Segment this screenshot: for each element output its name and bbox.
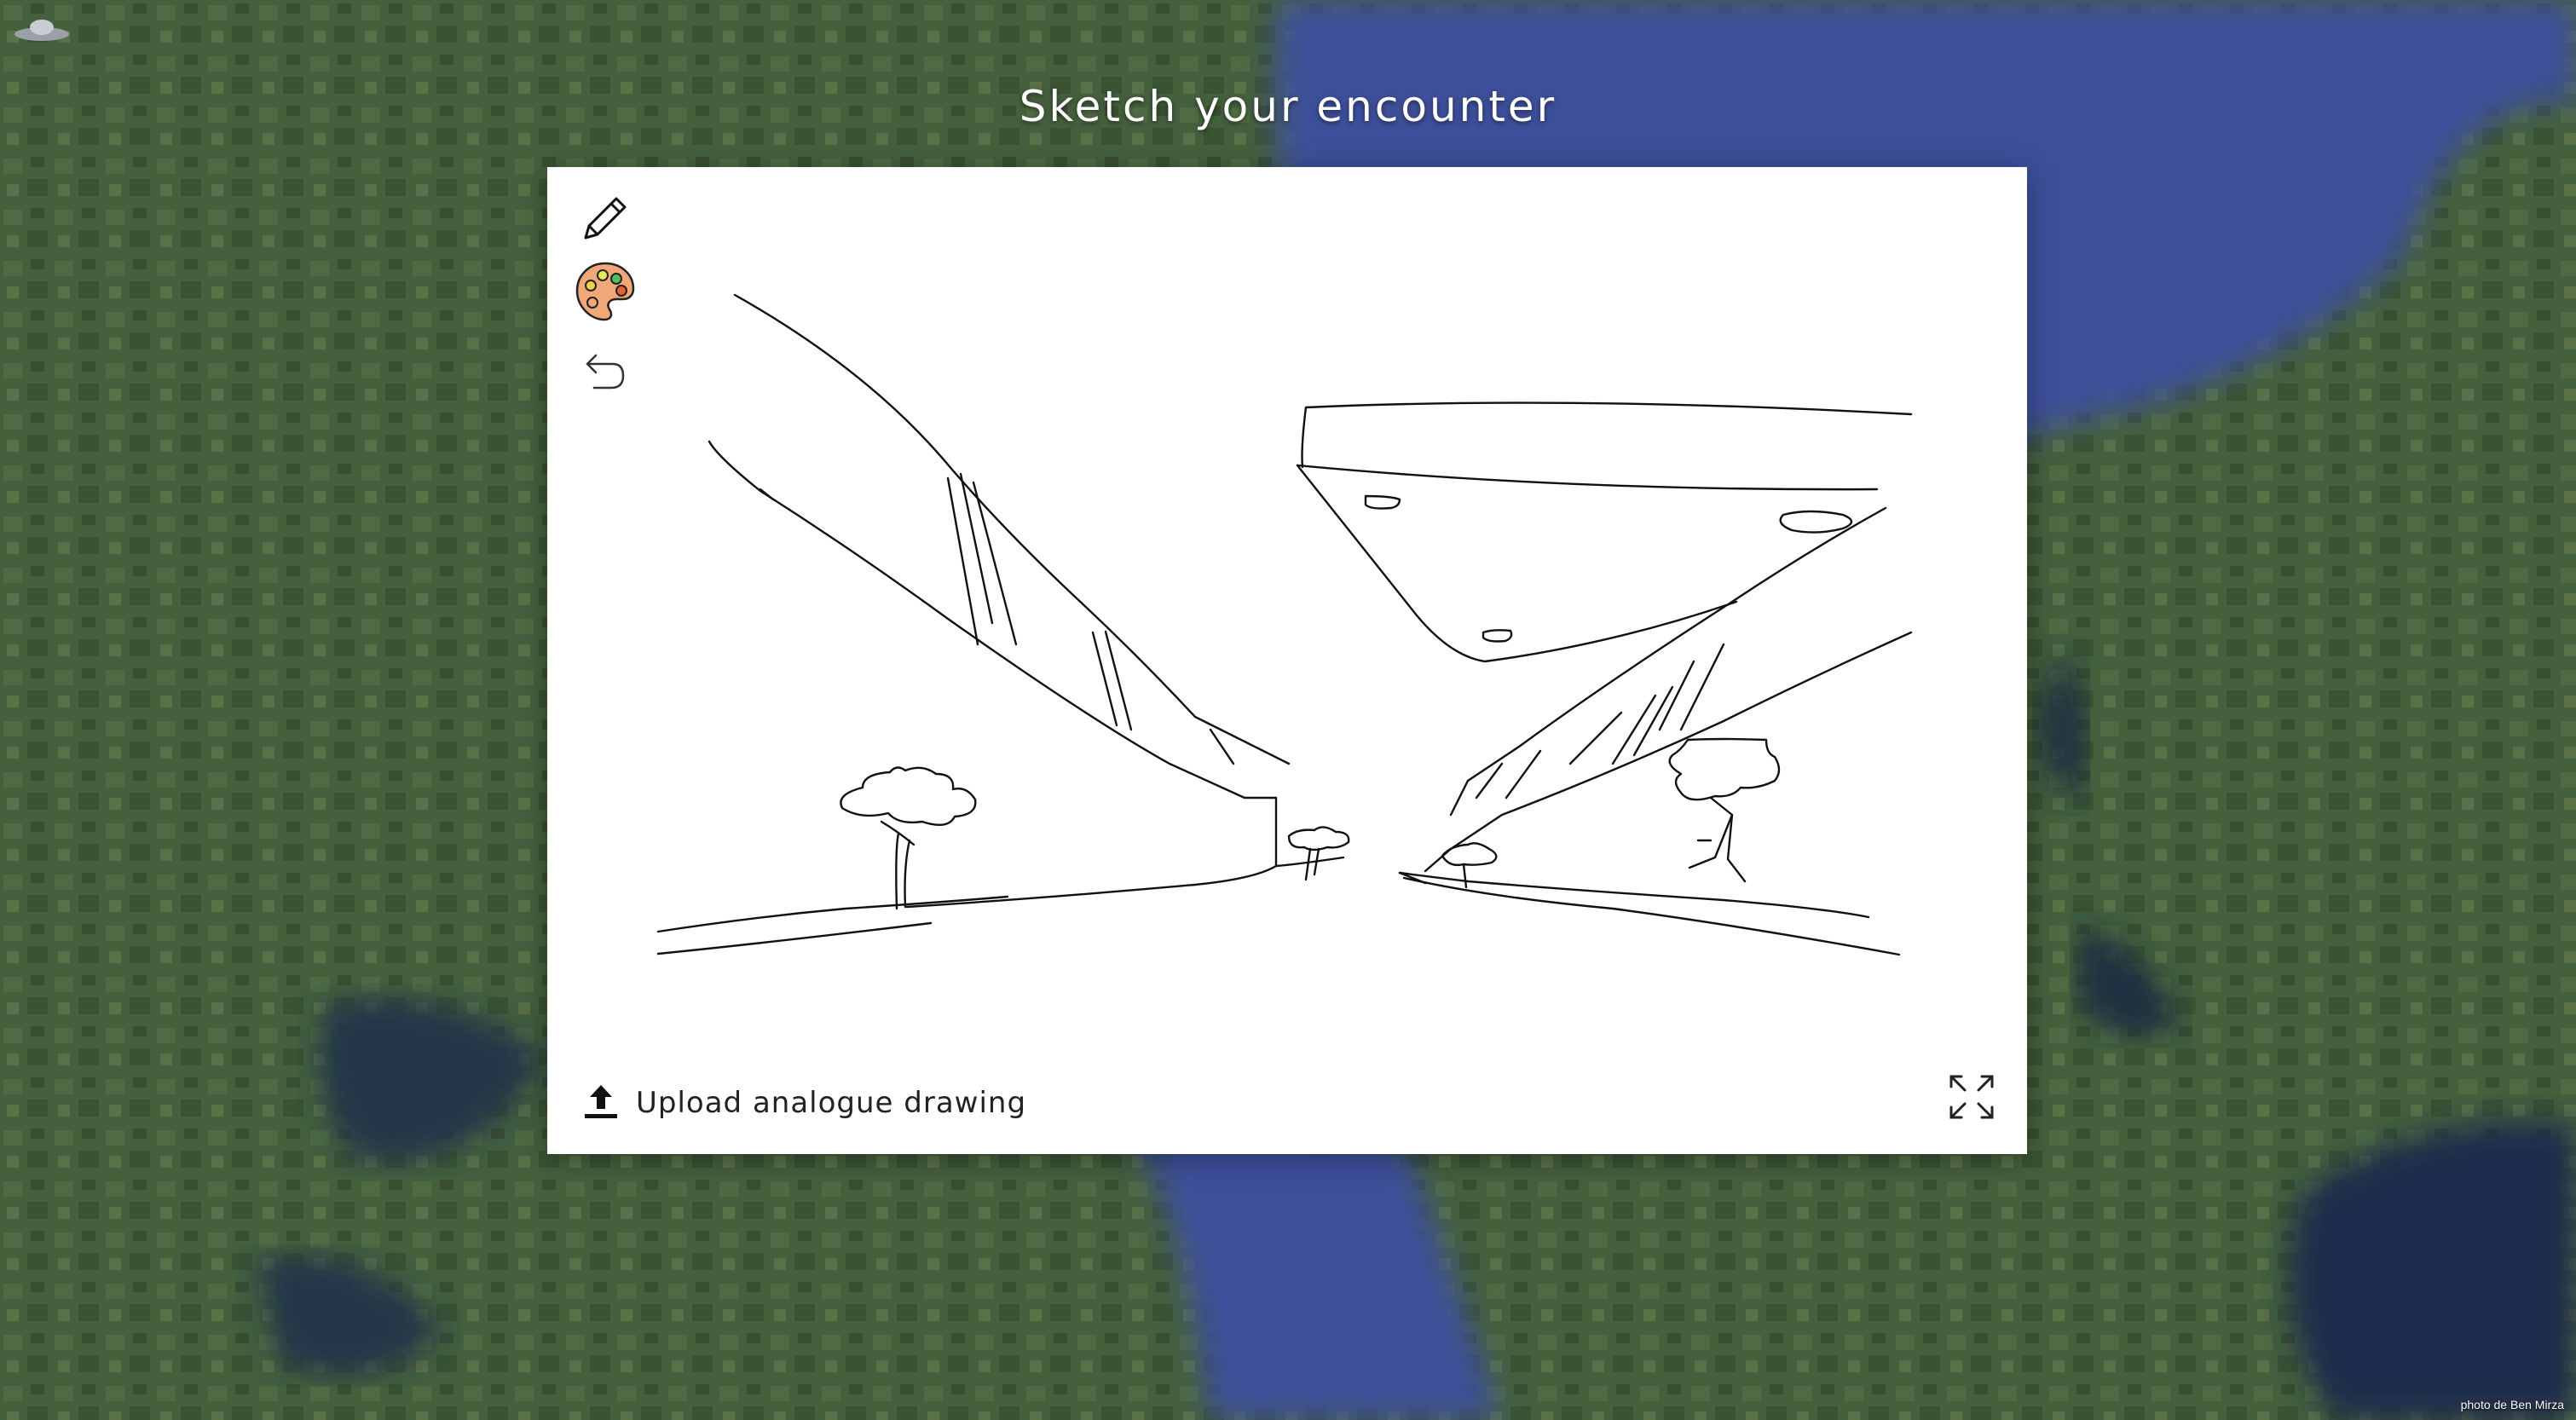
undo-icon <box>582 349 628 395</box>
pencil-icon <box>579 192 632 245</box>
page-title: Sketch your encounter <box>1019 82 1557 131</box>
undo-button[interactable] <box>573 339 638 404</box>
palette-icon <box>574 260 637 323</box>
sketch-drawing[interactable] <box>547 167 2027 1154</box>
fullscreen-button[interactable] <box>1942 1069 2001 1128</box>
photo-credit: photo de Ben Mirza <box>2460 1398 2564 1411</box>
color-palette-button[interactable] <box>573 259 638 324</box>
upload-icon <box>581 1082 621 1124</box>
sketch-canvas-panel[interactable]: Upload analogue drawing <box>547 167 2027 1154</box>
expand-icon <box>1946 1071 1997 1126</box>
upload-drawing-label: Upload analogue drawing <box>636 1086 1027 1120</box>
ufo-logo-icon[interactable] <box>12 12 72 49</box>
pencil-tool-button[interactable] <box>573 186 638 251</box>
upload-drawing-button[interactable]: Upload analogue drawing <box>581 1077 1026 1128</box>
